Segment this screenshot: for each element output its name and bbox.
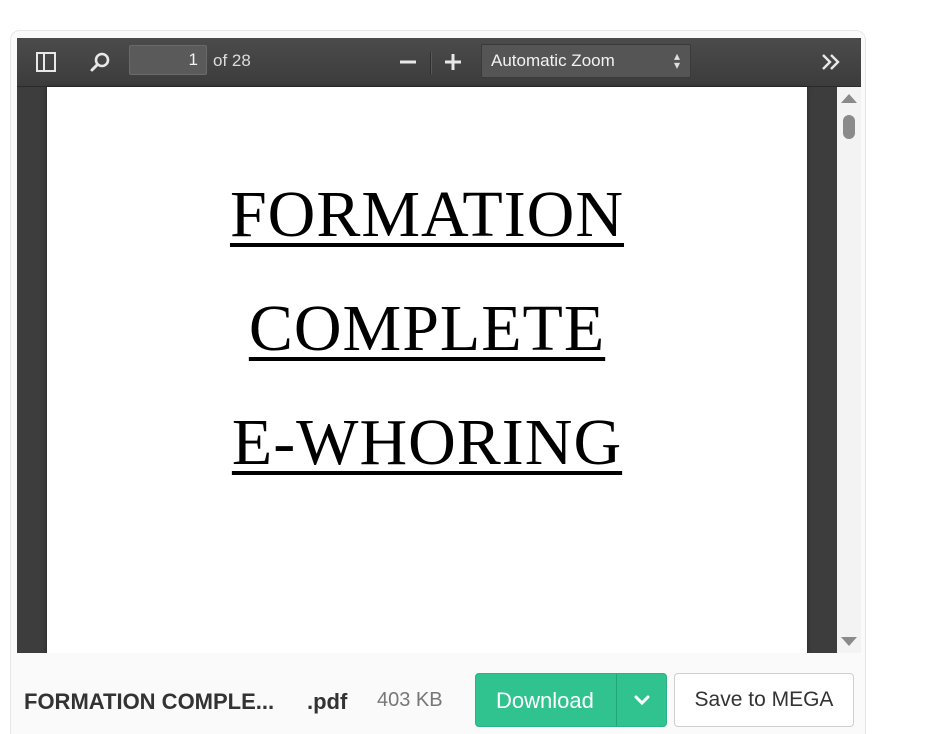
file-info-bar: FORMATION COMPLE... .pdf 403 KB Download… — [11, 659, 865, 734]
sidebar-toggle-button[interactable] — [33, 49, 59, 75]
double-chevron-right-icon — [822, 54, 840, 70]
tools-menu-button[interactable] — [817, 49, 845, 75]
document-title-line-2: COMPLETE — [248, 292, 606, 365]
page-count-label: of 28 — [213, 51, 251, 70]
file-size: 403 KB — [377, 689, 443, 711]
pdf-toolbar: 1 of 28 Automatic Zoom ▴ ▾ — [17, 38, 861, 86]
zoom-out-button[interactable] — [395, 49, 421, 75]
download-button[interactable]: Download — [475, 673, 667, 727]
save-to-mega-button[interactable]: Save to MEGA — [674, 673, 854, 727]
download-label: Download — [496, 688, 594, 713]
document-area[interactable]: FORMATION COMPLETE E-WHORING — [17, 87, 837, 653]
download-options-button[interactable] — [617, 674, 667, 726]
document-title-line-3: E-WHORING — [231, 406, 623, 479]
page-number-input[interactable]: 1 — [129, 45, 207, 75]
vertical-scrollbar[interactable] — [837, 87, 861, 653]
zoom-out-icon — [400, 60, 416, 64]
pdf-page: FORMATION COMPLETE E-WHORING — [47, 87, 807, 653]
pdf-viewer: 1 of 28 Automatic Zoom ▴ ▾ FORMATION COM… — [17, 38, 861, 653]
chevron-down-icon — [634, 695, 650, 706]
file-extension: .pdf — [307, 689, 348, 714]
search-icon — [90, 52, 110, 72]
zoom-select-value: Automatic Zoom — [491, 51, 615, 70]
scrollbar-thumb[interactable] — [843, 115, 855, 139]
file-name: FORMATION COMPLE... — [24, 689, 275, 714]
zoom-select[interactable]: Automatic Zoom ▴ ▾ — [481, 44, 691, 78]
file-preview-card: 1 of 28 Automatic Zoom ▴ ▾ FORMATION COM… — [10, 30, 866, 734]
select-arrows-icon: ▴ ▾ — [673, 49, 680, 72]
search-button[interactable] — [87, 49, 113, 75]
scroll-down-arrow[interactable] — [841, 637, 857, 646]
document-title-line-1: FORMATION — [229, 178, 625, 251]
zoom-in-button[interactable] — [440, 49, 466, 75]
zoom-in-icon — [445, 54, 461, 70]
toolbar-separator — [430, 52, 431, 74]
scroll-up-arrow[interactable] — [841, 94, 857, 103]
sidebar-toggle-icon — [36, 52, 56, 72]
